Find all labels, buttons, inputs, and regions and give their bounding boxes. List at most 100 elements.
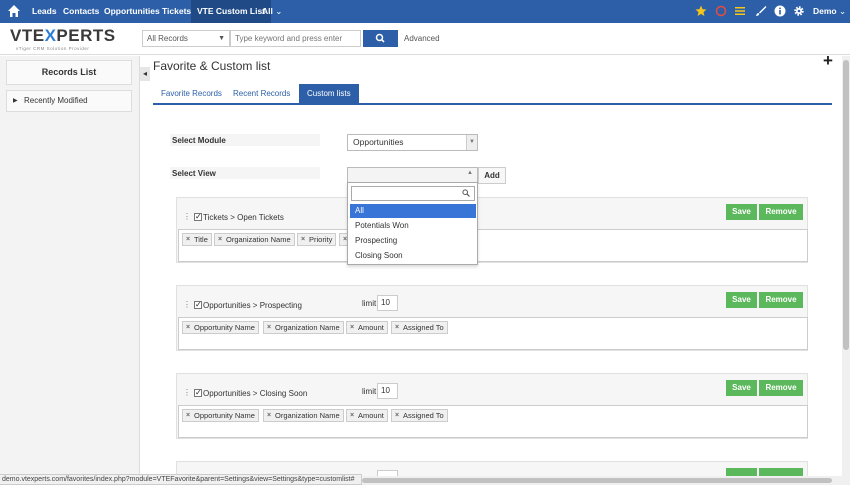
close-icon[interactable]: ×	[395, 410, 399, 421]
remove-button[interactable]: Remove	[759, 380, 803, 396]
drag-handle-icon[interactable]: ⋮⋮	[183, 389, 199, 397]
record-icon[interactable]	[715, 5, 727, 17]
info-icon[interactable]	[774, 5, 786, 17]
limit-input[interactable]: 10	[377, 295, 398, 311]
close-icon[interactable]: ×	[395, 322, 399, 333]
close-icon[interactable]: ×	[218, 234, 222, 245]
view-option-closing-soon[interactable]: Closing Soon	[350, 249, 476, 263]
field-chip-label: Amount	[358, 411, 384, 420]
close-icon[interactable]: ×	[350, 410, 354, 421]
view-dropdown-search-input[interactable]	[351, 186, 475, 201]
select-view-dropdown[interactable]: ▲	[347, 167, 478, 183]
home-icon[interactable]	[7, 4, 21, 18]
search-icon	[462, 189, 470, 197]
nav-item-contacts[interactable]: Contacts	[63, 0, 99, 23]
add-button[interactable]: Add	[478, 167, 506, 184]
close-icon[interactable]: ×	[350, 322, 354, 333]
field-chip-label: Priority	[309, 235, 333, 244]
nav-item-vte-custom-list[interactable]: VTE Custom List	[191, 0, 272, 23]
user-menu[interactable]: Demo ⌄	[813, 0, 846, 23]
sidebar-item-recently-modified[interactable]: ▶ Recently Modified	[6, 90, 132, 112]
limit-label: limit	[362, 299, 377, 308]
tab-custom-lists[interactable]: Custom lists	[299, 84, 359, 103]
field-chip[interactable]: × Priority	[297, 233, 337, 246]
close-icon[interactable]: ×	[267, 322, 271, 333]
tab-recent-records[interactable]: Recent Records	[233, 84, 290, 103]
save-button[interactable]: Save	[726, 380, 757, 396]
close-icon[interactable]: ×	[301, 234, 305, 245]
select-module-label: Select Module	[172, 136, 226, 145]
field-chip[interactable]: × Assigned To	[391, 409, 448, 422]
list-enabled-checkbox[interactable]	[194, 212, 202, 221]
field-chip[interactable]: × Organization Name	[263, 321, 344, 334]
list-icon[interactable]	[734, 5, 746, 17]
nav-item-leads[interactable]: Leads	[32, 0, 57, 23]
nav-item-opportunities[interactable]: Opportunities	[104, 0, 160, 23]
field-chip[interactable]: × Opportunity Name	[182, 321, 259, 334]
panel-title: Opportunities > Prospecting	[203, 301, 302, 310]
top-navigation-bar: Leads Contacts Opportunities Tickets VTE…	[0, 0, 850, 23]
field-selector[interactable]: × Title × Organization Name × Priority ×	[178, 229, 808, 262]
caret-down-icon: ▼	[466, 135, 477, 150]
save-button[interactable]: Save	[726, 204, 757, 220]
save-button[interactable]: Save	[726, 292, 757, 308]
chevron-down-icon: ⌄	[275, 6, 283, 16]
select-module-dropdown[interactable]: Opportunities ▼	[347, 134, 478, 151]
close-icon[interactable]: ×	[186, 410, 190, 421]
panel-title: Opportunities > Closing Soon	[203, 389, 308, 398]
tab-favorite-records[interactable]: Favorite Records	[161, 84, 222, 103]
search-scope-value: All Records	[147, 34, 188, 43]
status-bar-url: demo.vtexperts.com/favorites/index.php?m…	[0, 474, 362, 485]
nav-item-all[interactable]: All ⌄	[262, 0, 282, 23]
field-chip[interactable]: × Organization Name	[214, 233, 295, 246]
drag-handle-icon[interactable]: ⋮⋮	[183, 213, 199, 221]
gear-icon[interactable]	[793, 5, 805, 17]
custom-list-panel: ⋮⋮ Opportunities > Prospecting limit 10 …	[176, 285, 808, 351]
brush-icon[interactable]	[755, 5, 767, 17]
search-button[interactable]	[363, 30, 398, 47]
scrollbar-thumb[interactable]	[362, 478, 832, 483]
list-enabled-checkbox[interactable]	[194, 388, 202, 397]
field-chip[interactable]: × Amount	[346, 409, 388, 422]
field-chip[interactable]: × Amount	[346, 321, 388, 334]
expand-triangle-icon: ▶	[13, 98, 18, 104]
sidebar-collapse-toggle[interactable]: ◂	[140, 67, 150, 81]
search-scope-select[interactable]: All Records ▼	[142, 30, 230, 47]
horizontal-scrollbar[interactable]	[362, 476, 842, 485]
close-icon[interactable]: ×	[267, 410, 271, 421]
remove-button[interactable]: Remove	[759, 292, 803, 308]
close-icon[interactable]: ×	[186, 234, 190, 245]
star-icon[interactable]	[695, 5, 707, 17]
view-option-all[interactable]: All	[350, 204, 476, 218]
limit-label: limit	[362, 387, 377, 396]
user-name: Demo	[813, 6, 837, 16]
field-chip[interactable]: × Assigned To	[391, 321, 448, 334]
logo[interactable]: VTEXPERTS vTiger CRM Solution Provider	[10, 26, 116, 51]
field-selector[interactable]: × Opportunity Name × Organization Name × Am…	[178, 405, 808, 438]
scrollbar-thumb[interactable]	[843, 60, 849, 350]
add-record-button[interactable]: +	[823, 52, 833, 69]
limit-input[interactable]: 10	[377, 383, 398, 399]
search-input[interactable]	[230, 30, 361, 47]
remove-button[interactable]: Remove	[759, 204, 803, 220]
page-title: Favorite & Custom list	[153, 59, 271, 73]
close-icon[interactable]: ×	[186, 322, 190, 333]
logo-text-rest: PERTS	[56, 26, 116, 45]
view-option-potentials-won[interactable]: Potentials Won	[350, 219, 476, 233]
select-view-label: Select View	[172, 169, 216, 178]
advanced-search-link[interactable]: Advanced	[404, 34, 440, 43]
logo-text-part: VTE	[10, 26, 45, 45]
field-chip[interactable]: × Title	[182, 233, 212, 246]
field-chip-label: Assigned To	[403, 411, 444, 420]
field-chip-label: Opportunity Name	[194, 411, 255, 420]
field-chip[interactable]: × Opportunity Name	[182, 409, 259, 422]
nav-item-tickets[interactable]: Tickets	[162, 0, 191, 23]
sidebar: Records List ▶ Recently Modified	[0, 56, 140, 476]
list-enabled-checkbox[interactable]	[194, 300, 202, 309]
field-selector[interactable]: × Opportunity Name × Organization Name × Am…	[178, 317, 808, 350]
vertical-scrollbar[interactable]	[842, 56, 850, 485]
field-chip[interactable]: × Organization Name	[263, 409, 344, 422]
drag-handle-icon[interactable]: ⋮⋮	[183, 301, 199, 309]
view-dropdown-menu: All Potentials Won Prospecting Closing S…	[347, 182, 478, 265]
view-option-prospecting[interactable]: Prospecting	[350, 234, 476, 248]
